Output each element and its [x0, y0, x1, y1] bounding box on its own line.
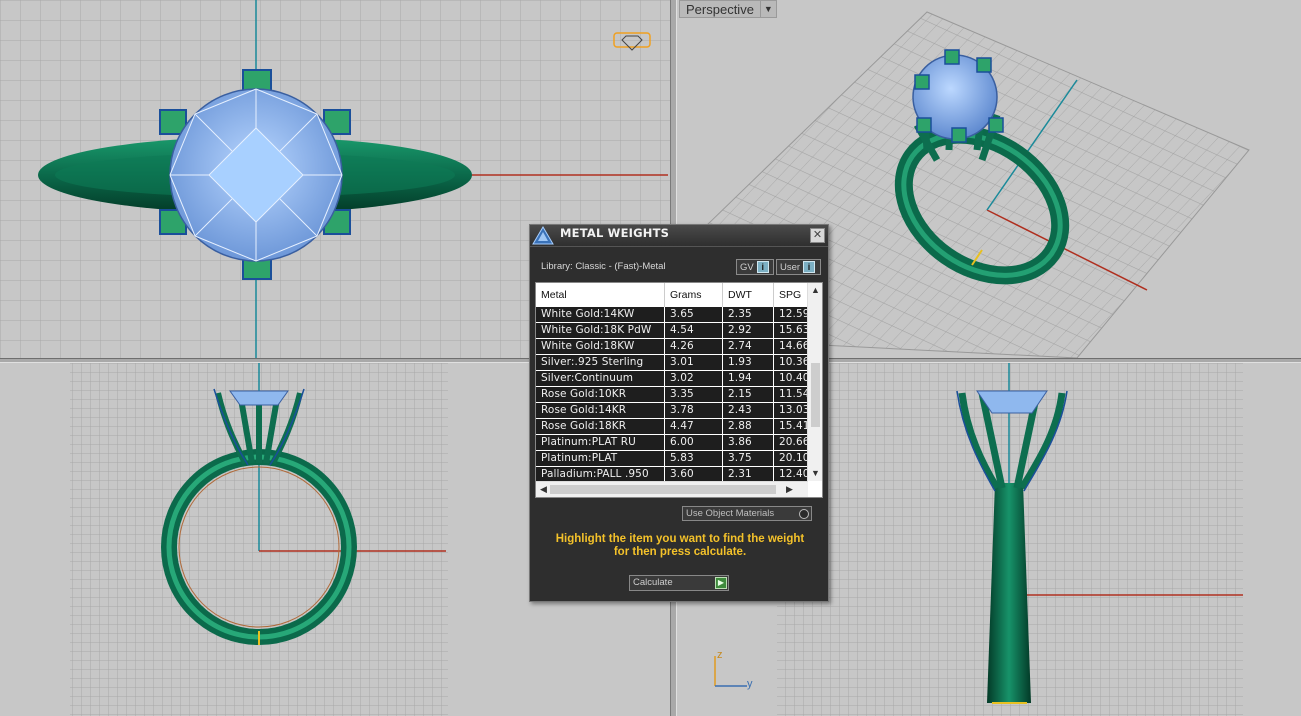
- cell-metal: Silver:Continuum: [536, 371, 665, 386]
- axis-tripod-icon: [714, 656, 747, 687]
- table-row[interactable]: White Gold:18KW 4.26 2.74 14.66: [536, 339, 808, 355]
- table-row[interactable]: White Gold:14KW 3.65 2.35 12.59: [536, 307, 808, 323]
- metal-table[interactable]: Metal Grams DWT SPG White Gold:14KW 3.65 2…: [535, 282, 823, 498]
- diamond-logo-icon: [532, 226, 554, 245]
- cell-spg: 10.40: [774, 371, 808, 386]
- cell-dwt: 3.75: [723, 451, 774, 466]
- cell-dwt: 2.88: [723, 419, 774, 434]
- chevron-right-icon[interactable]: ▶: [783, 483, 796, 496]
- cell-grams: 6.00: [665, 435, 723, 450]
- cell-spg: 11.54: [774, 387, 808, 402]
- table-body: White Gold:14KW 3.65 2.35 12.59 White Gold:…: [536, 307, 808, 483]
- cell-metal: White Gold:18K PdW: [536, 323, 665, 338]
- gv-button-label: GV: [740, 261, 754, 273]
- calculate-label: Calculate: [633, 577, 673, 588]
- table-row[interactable]: Rose Gold:18KR 4.47 2.88 15.41: [536, 419, 808, 435]
- vertical-scroll-thumb[interactable]: [811, 363, 820, 427]
- cell-metal: Rose Gold:10KR: [536, 387, 665, 402]
- cell-dwt: 2.31: [723, 467, 774, 482]
- user-button[interactable]: User i: [776, 259, 821, 275]
- axis-z-label: z: [717, 649, 723, 661]
- table-row[interactable]: White Gold:18K PdW 4.54 2.92 15.63: [536, 323, 808, 339]
- cell-grams: 3.01: [665, 355, 723, 370]
- cell-spg: 20.10: [774, 451, 808, 466]
- cell-grams: 4.47: [665, 419, 723, 434]
- column-header-metal[interactable]: Metal: [536, 283, 665, 307]
- instruction-text: Highlight the item you want to find the …: [540, 533, 820, 559]
- gv-button[interactable]: GV i: [736, 259, 774, 275]
- viewport-label-perspective[interactable]: Perspective ▼: [679, 0, 777, 18]
- cell-dwt: 2.43: [723, 403, 774, 418]
- table-row[interactable]: Rose Gold:14KR 3.78 2.43 13.03: [536, 403, 808, 419]
- close-icon[interactable]: ✕: [810, 228, 825, 243]
- calculate-button[interactable]: Calculate ▶: [629, 575, 729, 591]
- metal-weights-dialog: METAL WEIGHTS ✕ Library: Classic - (Fast…: [529, 224, 829, 602]
- cell-spg: 15.63: [774, 323, 808, 338]
- cell-dwt: 2.35: [723, 307, 774, 322]
- cell-spg: 12.59: [774, 307, 808, 322]
- cell-metal: White Gold:14KW: [536, 307, 665, 322]
- cell-metal: White Gold:18KW: [536, 339, 665, 354]
- column-header-dwt[interactable]: DWT: [723, 283, 774, 307]
- cell-metal: Rose Gold:18KR: [536, 419, 665, 434]
- chevron-up-icon[interactable]: ▲: [809, 284, 822, 297]
- cell-grams: 4.54: [665, 323, 723, 338]
- cell-grams: 3.02: [665, 371, 723, 386]
- cell-spg: 13.03: [774, 403, 808, 418]
- cell-grams: 5.83: [665, 451, 723, 466]
- cell-dwt: 1.93: [723, 355, 774, 370]
- cell-grams: 4.26: [665, 339, 723, 354]
- cell-metal: Platinum:PLAT: [536, 451, 665, 466]
- cell-grams: 3.35: [665, 387, 723, 402]
- cell-grams: 3.65: [665, 307, 723, 322]
- cell-dwt: 2.74: [723, 339, 774, 354]
- cell-dwt: 1.94: [723, 371, 774, 386]
- info-icon: i: [803, 261, 816, 273]
- horizontal-scroll-thumb[interactable]: [550, 485, 776, 494]
- table-header: Metal Grams DWT SPG: [536, 283, 808, 307]
- cell-metal: Rose Gold:14KR: [536, 403, 665, 418]
- table-row[interactable]: Rose Gold:10KR 3.35 2.15 11.54: [536, 387, 808, 403]
- cell-dwt: 2.92: [723, 323, 774, 338]
- use-object-materials-toggle[interactable]: Use Object Materials: [682, 506, 812, 521]
- library-label: Library: Classic - (Fast)-Metal: [541, 261, 666, 272]
- cell-spg: 14.66: [774, 339, 808, 354]
- cell-grams: 3.78: [665, 403, 723, 418]
- viewport-label-text: Perspective: [686, 1, 754, 17]
- chevron-left-icon[interactable]: ◀: [537, 483, 550, 496]
- dialog-title-bar[interactable]: METAL WEIGHTS ✕: [530, 225, 828, 247]
- table-row[interactable]: Platinum:PLAT RU 6.00 3.86 20.66: [536, 435, 808, 451]
- chevron-down-icon[interactable]: ▼: [809, 467, 822, 480]
- cell-grams: 3.60: [665, 467, 723, 482]
- table-row[interactable]: Silver:Continuum 3.02 1.94 10.40: [536, 371, 808, 387]
- cell-metal: Silver:.925 Sterling: [536, 355, 665, 370]
- table-row[interactable]: Silver:.925 Sterling 3.01 1.93 10.36: [536, 355, 808, 371]
- instruction-line-1: Highlight the item you want to find the …: [555, 533, 805, 545]
- vertical-scrollbar[interactable]: ▲ ▼: [807, 283, 822, 481]
- use-object-materials-label: Use Object Materials: [686, 508, 775, 519]
- dialog-title: METAL WEIGHTS: [560, 226, 670, 240]
- app-root: Perspective ▼ z y METAL WEIGHTS ✕ Librar…: [0, 0, 1301, 716]
- info-icon: i: [756, 261, 769, 273]
- cell-spg: 12.40: [774, 467, 808, 482]
- cell-spg: 10.36: [774, 355, 808, 370]
- instruction-line-2: for then press calculate.: [613, 546, 747, 558]
- column-header-spg[interactable]: SPG: [774, 283, 808, 307]
- cell-spg: 15.41: [774, 419, 808, 434]
- table-row[interactable]: Platinum:PLAT 5.83 3.75 20.10: [536, 451, 808, 467]
- horizontal-scrollbar[interactable]: ◀ ▶: [536, 481, 808, 497]
- cell-metal: Palladium:PALL .950: [536, 467, 665, 482]
- axis-y-label: y: [747, 678, 753, 690]
- cell-dwt: 3.86: [723, 435, 774, 450]
- radio-icon[interactable]: [799, 509, 809, 519]
- column-header-grams[interactable]: Grams: [665, 283, 723, 307]
- cell-spg: 20.66: [774, 435, 808, 450]
- cell-dwt: 2.15: [723, 387, 774, 402]
- cell-metal: Platinum:PLAT RU: [536, 435, 665, 450]
- user-button-label: User: [780, 261, 801, 273]
- chevron-down-icon[interactable]: ▼: [759, 1, 776, 17]
- play-icon: ▶: [715, 577, 727, 589]
